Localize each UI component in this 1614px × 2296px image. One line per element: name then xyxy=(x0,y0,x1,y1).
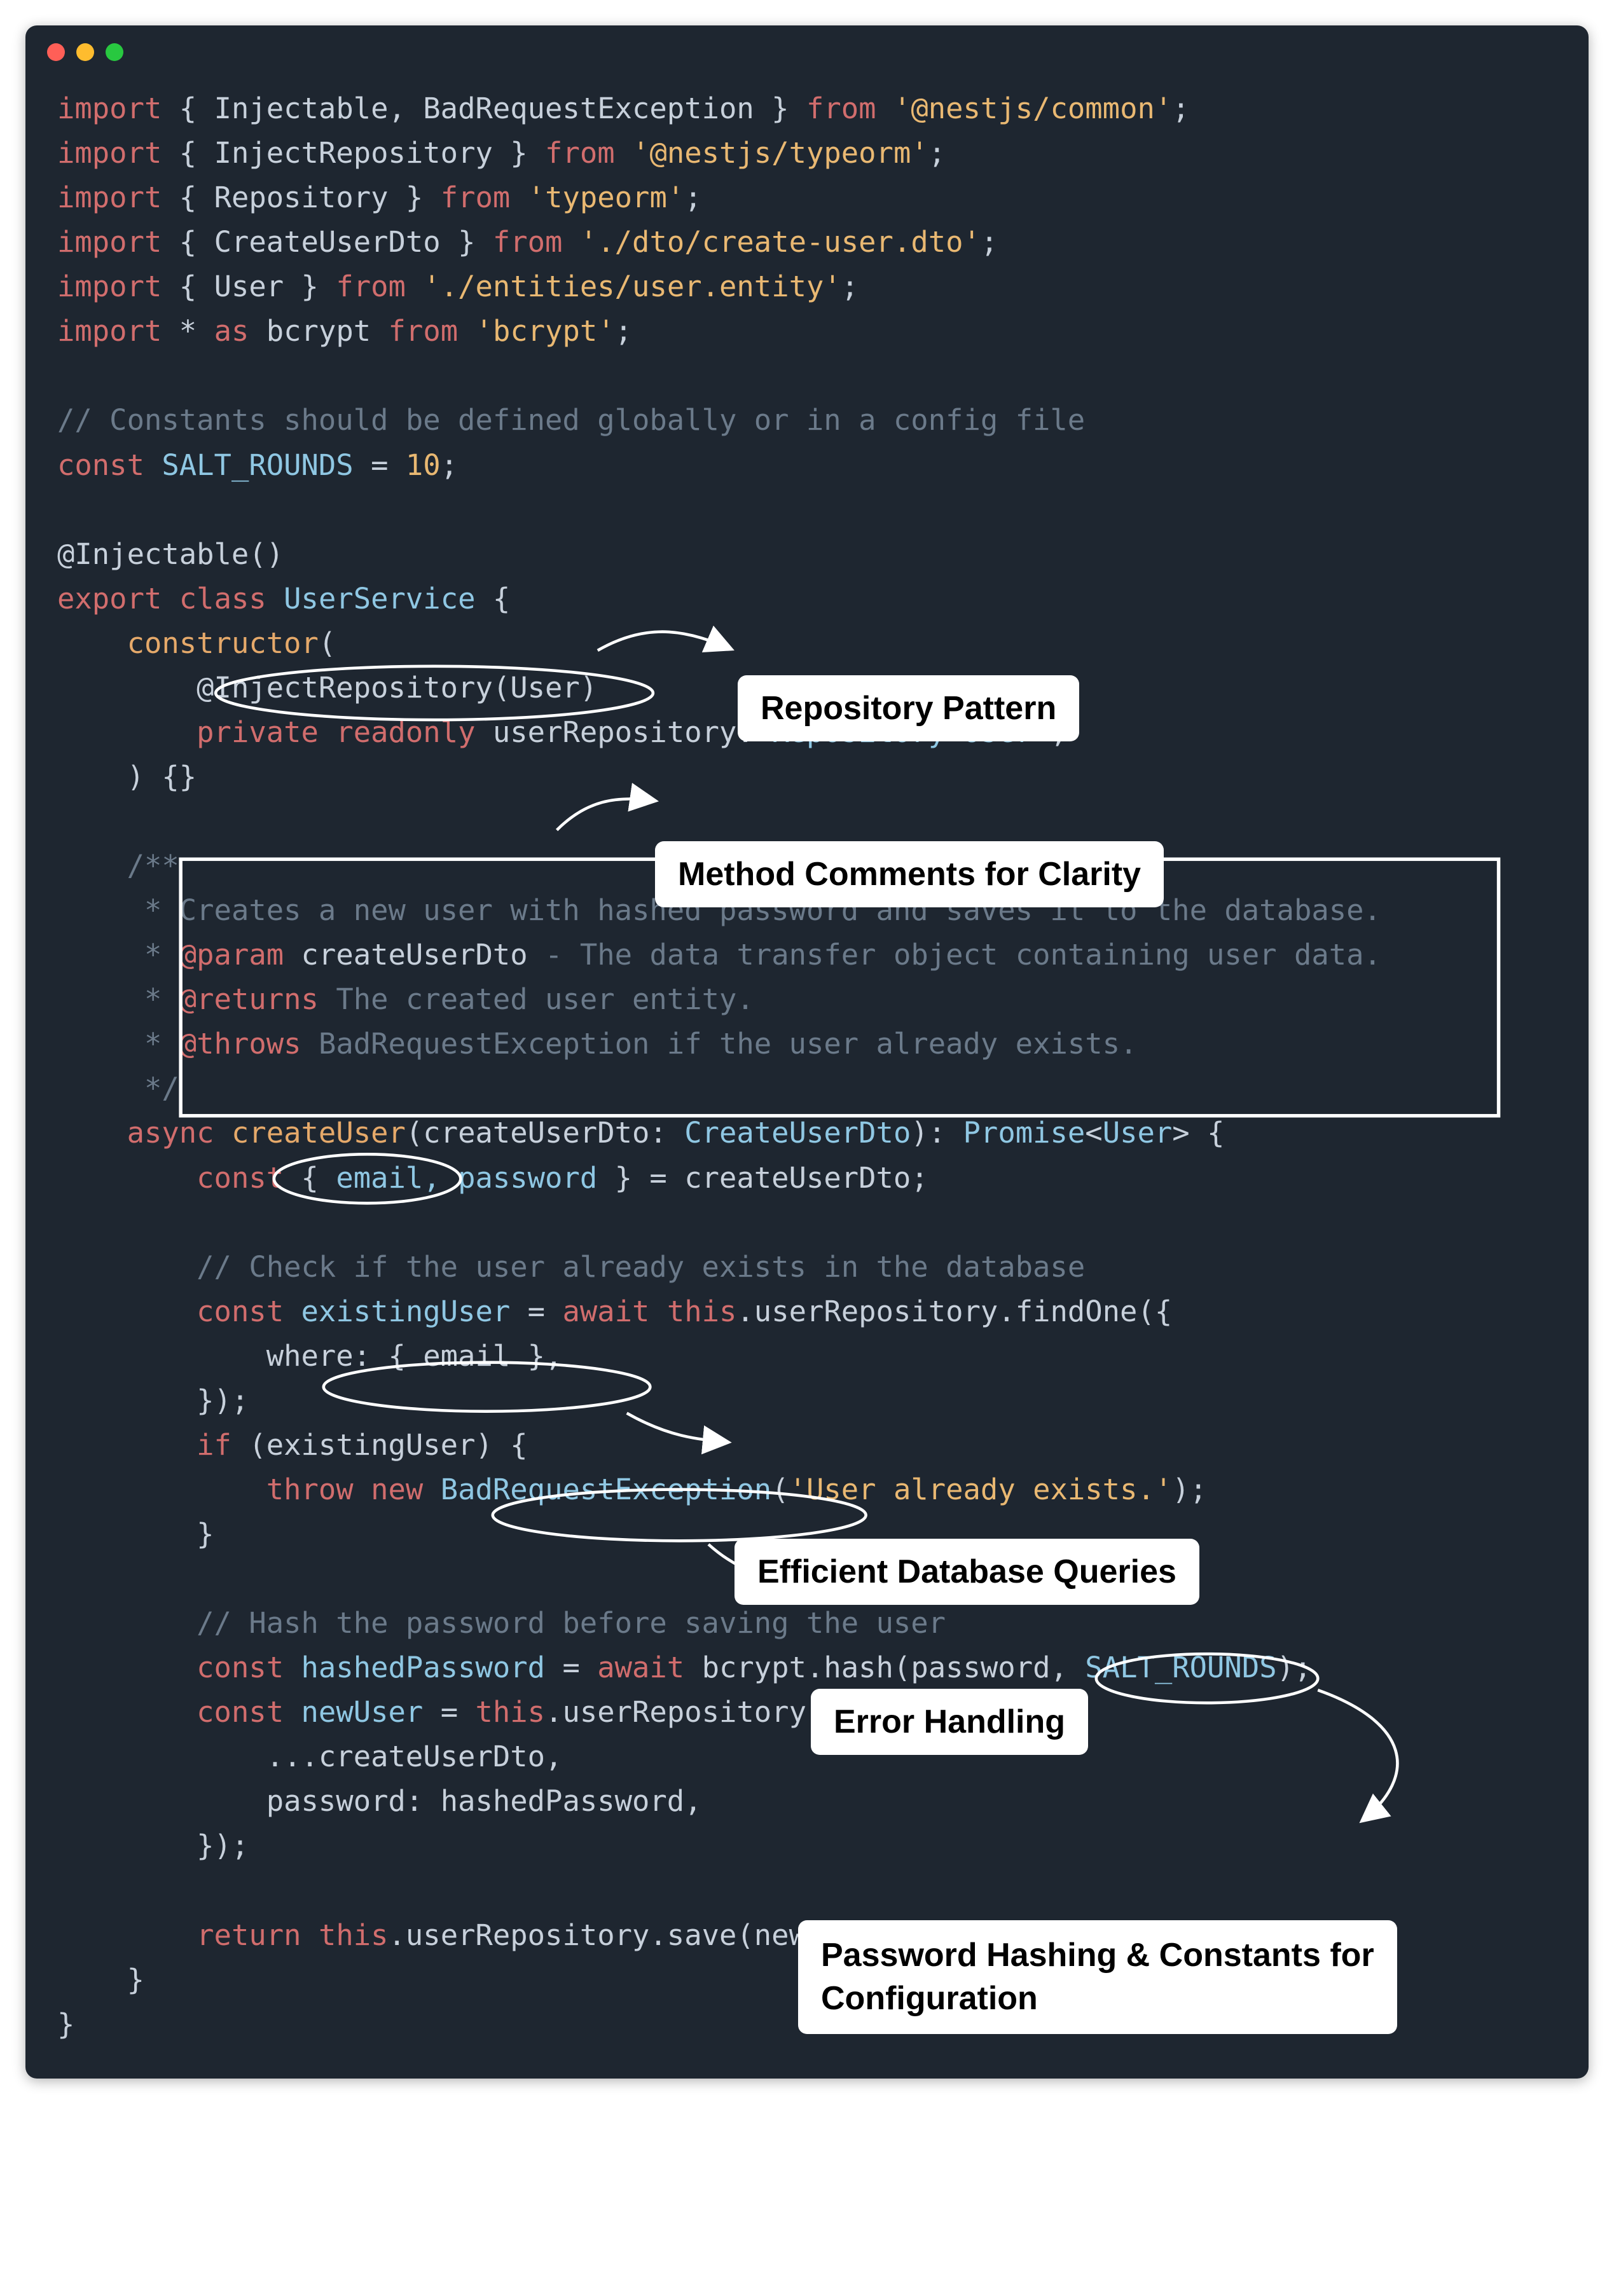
code-window: import { Injectable, BadRequestException… xyxy=(25,25,1589,2079)
class-decorator: @Injectable() xyxy=(57,537,284,571)
code-comment: // Hash the password before saving the u… xyxy=(197,1606,946,1640)
import-alias: bcrypt xyxy=(266,314,371,348)
code-comment: // Constants should be defined globally … xyxy=(57,403,1085,437)
import-from: @nestjs/typeorm xyxy=(649,136,911,170)
method-name: createUser xyxy=(231,1116,406,1150)
error-msg: 'User already exists.' xyxy=(789,1473,1173,1506)
method-param-type: CreateUserDto xyxy=(684,1116,911,1150)
obj-val: hashedPassword xyxy=(441,1784,685,1818)
return-type: Promise xyxy=(963,1116,1086,1150)
callout-error-handling: Error Handling xyxy=(811,1689,1088,1755)
import-items: Repository xyxy=(214,181,389,214)
callout-repository-pattern: Repository Pattern xyxy=(738,675,1079,741)
callout-method-comments: Method Comments for Clarity xyxy=(655,841,1164,907)
var-name: newUser xyxy=(301,1695,424,1729)
hash-arg: SALT_ROUNDS xyxy=(1085,1651,1276,1684)
ctor-param: userRepository xyxy=(493,715,737,749)
inject-decorator: @InjectRepository xyxy=(197,671,493,705)
import-from: ./entities/user.entity xyxy=(441,270,824,303)
jsdoc-param-desc: The data transfer object containing user… xyxy=(580,938,1381,972)
const-name: SALT_ROUNDS xyxy=(162,448,353,482)
jsdoc-returns: The created user entity. xyxy=(336,982,754,1016)
close-icon[interactable] xyxy=(47,43,65,61)
var-name: existingUser xyxy=(301,1295,511,1328)
jsdoc-throws: BadRequestException if the user already … xyxy=(319,1027,1138,1061)
import-from: ./dto/create-user.dto xyxy=(597,225,963,259)
jsdoc-param-name: createUserDto xyxy=(301,938,528,972)
const-value: 10 xyxy=(406,448,441,482)
hash-arg: password xyxy=(911,1651,1050,1684)
import-from: bcrypt xyxy=(493,314,597,348)
import-from: typeorm xyxy=(545,181,667,214)
window-titlebar xyxy=(25,25,1589,67)
class-name: UserService xyxy=(284,582,475,615)
minimize-icon[interactable] xyxy=(76,43,94,61)
maximize-icon[interactable] xyxy=(106,43,123,61)
inject-arg: User xyxy=(510,671,580,705)
error-class: BadRequestException xyxy=(441,1473,771,1506)
import-items: Injectable, BadRequestException xyxy=(214,92,754,125)
code-block: import { Injectable, BadRequestException… xyxy=(25,67,1589,2079)
code-comment: // Check if the user already exists in t… xyxy=(197,1250,1085,1284)
var-name: hashedPassword xyxy=(301,1651,546,1684)
method-param: createUserDto xyxy=(423,1116,649,1150)
where-field: email xyxy=(423,1339,510,1373)
import-items: User xyxy=(214,270,284,303)
destructure-vars: email, password xyxy=(336,1161,597,1195)
import-items: InjectRepository xyxy=(214,136,493,170)
destructure-from: createUserDto xyxy=(684,1161,911,1195)
callout-password-hashing: Password Hashing & Constants for Configu… xyxy=(798,1920,1397,2034)
obj-key: password xyxy=(266,1784,406,1818)
return-generic: User xyxy=(1103,1116,1173,1150)
spread-arg: createUserDto xyxy=(319,1740,545,1773)
import-from: @nestjs/common xyxy=(911,92,1155,125)
callout-db-queries: Efficient Database Queries xyxy=(735,1539,1199,1605)
import-items: CreateUserDto xyxy=(214,225,441,259)
